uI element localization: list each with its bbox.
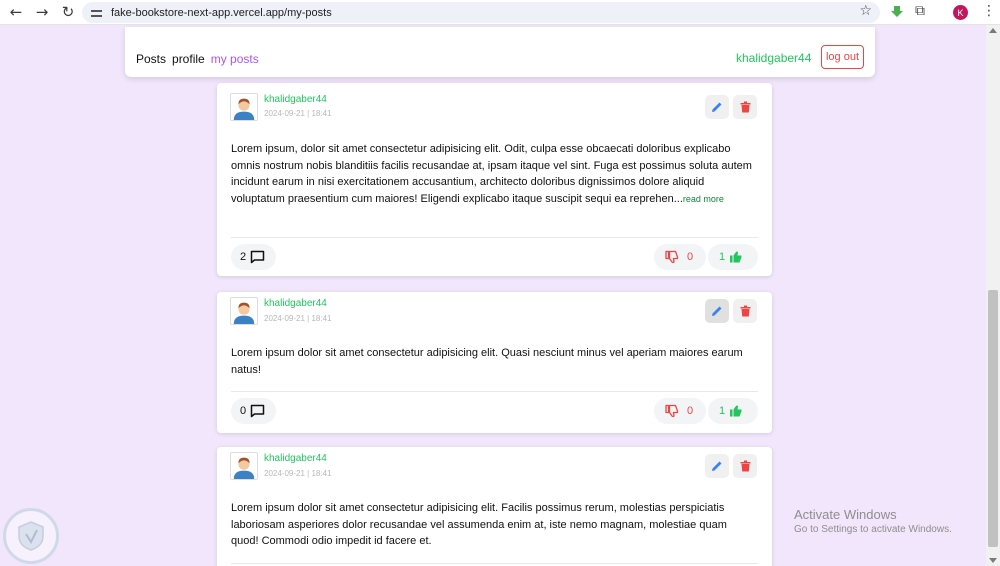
main-nav: Posts profile my posts	[136, 52, 259, 66]
delete-button[interactable]	[733, 95, 757, 119]
delete-button[interactable]	[733, 299, 757, 323]
post-date: 2024-09-21 | 18:41	[264, 314, 332, 323]
activate-windows-subtitle: Go to Settings to activate Windows.	[794, 524, 952, 535]
user-avatar-icon	[231, 298, 257, 324]
trash-icon	[740, 460, 750, 472]
trash-icon	[740, 305, 750, 317]
site-info-icon[interactable]	[91, 7, 103, 19]
back-arrow-icon[interactable]: ←	[3, 0, 29, 25]
post-divider	[231, 563, 758, 564]
site-header: Posts profile my posts khalidgaber44 log…	[125, 27, 875, 77]
avatar	[230, 452, 258, 480]
edit-button[interactable]	[705, 454, 729, 478]
post-card: khalidgaber44 2024-09-21 | 18:41 Lorem i…	[217, 447, 772, 566]
comment-bubble-icon	[250, 404, 265, 418]
logout-button[interactable]: log out	[821, 45, 864, 69]
dislike-button[interactable]: 0	[654, 398, 706, 424]
user-avatar-icon	[231, 94, 257, 120]
dislike-count: 0	[687, 405, 694, 417]
post-author[interactable]: khalidgaber44	[264, 298, 327, 309]
user-avatar-icon	[231, 453, 257, 479]
address-bar[interactable]: fake-bookstore-next-app.vercel.app/my-po…	[82, 2, 880, 23]
scroll-thumb[interactable]	[988, 290, 998, 547]
comments-button[interactable]: 0	[231, 398, 276, 424]
dislike-button[interactable]: 0	[654, 244, 706, 270]
post-divider	[231, 237, 758, 238]
reload-icon[interactable]: ↻	[55, 0, 81, 25]
page-scrollbar[interactable]	[986, 25, 1000, 566]
shield-icon	[18, 521, 44, 551]
post-author[interactable]: khalidgaber44	[264, 94, 327, 105]
post-date: 2024-09-21 | 18:41	[264, 469, 332, 478]
post-body: Lorem ipsum, dolor sit amet consectetur …	[231, 141, 756, 207]
edit-button[interactable]	[705, 95, 729, 119]
avatar	[230, 297, 258, 325]
post-divider	[231, 391, 758, 392]
post-card: khalidgaber44 2024-09-21 | 18:41 Lorem i…	[217, 83, 772, 276]
url-text: fake-bookstore-next-app.vercel.app/my-po…	[111, 6, 332, 19]
current-username[interactable]: khalidgaber44	[736, 51, 811, 65]
bookmark-star-icon[interactable]: ☆	[859, 3, 872, 19]
scroll-down-icon[interactable]	[989, 558, 997, 563]
nav-link-profile[interactable]: profile	[172, 52, 205, 66]
delete-button[interactable]	[733, 454, 757, 478]
comment-bubble-icon	[250, 250, 265, 264]
forward-arrow-icon[interactable]: →	[29, 0, 55, 25]
activate-windows-watermark: Activate Windows Go to Settings to activ…	[794, 507, 952, 535]
thumbs-up-icon	[730, 251, 742, 263]
extension-download-icon[interactable]	[890, 5, 904, 19]
nav-link-my-posts[interactable]: my posts	[211, 52, 259, 66]
pencil-icon	[712, 102, 722, 112]
thumbs-up-icon	[730, 405, 742, 417]
scroll-up-icon[interactable]	[989, 28, 997, 33]
corner-logo-watermark	[3, 508, 59, 564]
activate-windows-title: Activate Windows	[794, 507, 897, 522]
edit-button[interactable]	[705, 299, 729, 323]
trash-icon	[740, 101, 750, 113]
read-more-link[interactable]: read more	[683, 194, 724, 204]
comments-button[interactable]: 2	[231, 244, 276, 270]
like-count: 1	[719, 405, 726, 417]
pencil-icon	[712, 306, 722, 316]
like-button[interactable]: 1	[708, 398, 758, 424]
browser-toolbar: ← → ↻ fake-bookstore-next-app.vercel.app…	[0, 0, 1000, 25]
profile-avatar[interactable]: K	[953, 5, 968, 20]
browser-menu-icon[interactable]: ⋮	[982, 3, 996, 19]
like-count: 1	[719, 251, 726, 263]
comment-count: 2	[240, 251, 247, 263]
extensions-puzzle-icon[interactable]: ⧉	[915, 3, 925, 19]
post-body: Lorem ipsum dolor sit amet consectetur a…	[231, 502, 727, 547]
comment-count: 0	[240, 405, 247, 417]
pencil-icon	[712, 461, 722, 471]
post-date: 2024-09-21 | 18:41	[264, 109, 332, 118]
thumbs-down-icon	[665, 250, 679, 264]
post-author[interactable]: khalidgaber44	[264, 453, 327, 464]
post-body: Lorem ipsum dolor sit amet consectetur a…	[231, 347, 743, 376]
post-card: khalidgaber44 2024-09-21 | 18:41 Lorem i…	[217, 292, 772, 433]
avatar	[230, 93, 258, 121]
thumbs-down-icon	[665, 404, 679, 418]
dislike-count: 0	[687, 251, 694, 263]
nav-link-posts[interactable]: Posts	[136, 52, 166, 66]
ellipsis: ...	[673, 192, 683, 205]
like-button[interactable]: 1	[708, 244, 758, 270]
